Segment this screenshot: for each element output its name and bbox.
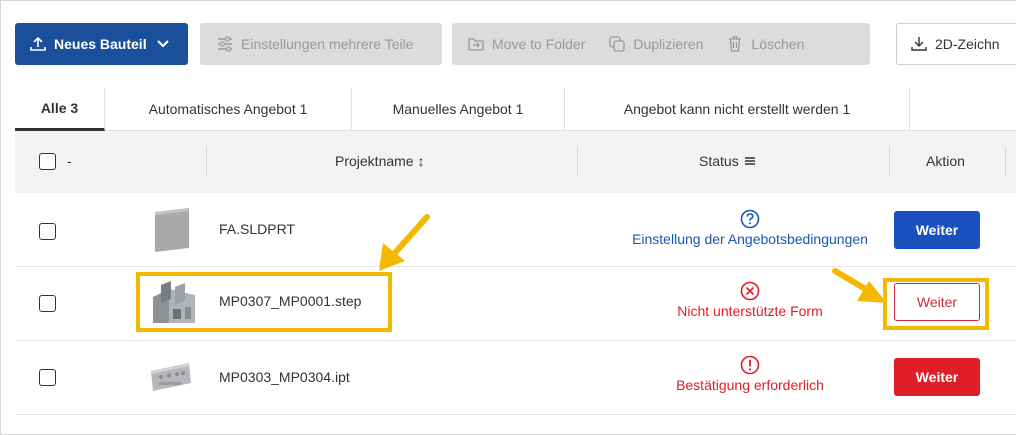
upload-icon bbox=[28, 34, 48, 54]
row-checkbox[interactable] bbox=[39, 369, 56, 386]
column-divider bbox=[1005, 147, 1006, 177]
drawing-2d-label: 2D-Zeichn bbox=[935, 36, 1000, 52]
continue-button[interactable]: Weiter bbox=[894, 358, 980, 396]
column-header-action: Aktion bbox=[926, 153, 965, 169]
table-header: - Projektname ↕ Status Aktion bbox=[15, 131, 1016, 193]
download-icon bbox=[909, 34, 929, 54]
project-name[interactable]: FA.SLDPRT bbox=[219, 221, 295, 237]
copy-icon bbox=[607, 34, 627, 54]
chevron-down-icon bbox=[153, 34, 173, 54]
tab-manual-quote[interactable]: Manuelles Angebot 1 bbox=[352, 87, 565, 131]
status-text: Bestätigung erforderlich bbox=[676, 377, 824, 393]
highlight-box-project bbox=[136, 272, 392, 332]
new-part-label: Neues Bauteil bbox=[54, 36, 147, 52]
folder-move-icon bbox=[466, 34, 486, 54]
annotation-arrow-icon bbox=[832, 268, 887, 303]
tab-automatic-quote-label: Automatisches Angebot 1 bbox=[148, 101, 308, 117]
continue-label: Weiter bbox=[915, 369, 959, 385]
sliders-icon bbox=[215, 34, 235, 54]
status-text: Einstellung der Angebotsbedingungen bbox=[632, 231, 868, 247]
error-circle-icon bbox=[740, 281, 760, 301]
tab-automatic-quote[interactable]: Automatisches Angebot 1 bbox=[105, 87, 352, 131]
toolbar: Neues Bauteil Einstellungen mehrere Teil… bbox=[15, 23, 1016, 65]
select-all-label: - bbox=[67, 153, 72, 169]
annotation-arrow-icon bbox=[379, 214, 430, 271]
column-divider bbox=[206, 147, 207, 177]
multi-settings-label: Einstellungen mehrere Teile bbox=[241, 36, 414, 52]
continue-button[interactable]: Weiter bbox=[894, 211, 980, 249]
highlight-box-action bbox=[883, 278, 989, 330]
column-header-status[interactable]: Status bbox=[699, 153, 756, 169]
table-row: FA.SLDPRT Einstellung der Angebotsbeding… bbox=[15, 193, 1016, 267]
part-thumbnail-icon bbox=[151, 363, 191, 391]
column-header-status-label: Status bbox=[699, 153, 739, 169]
status-text: Nicht unterstützte Form bbox=[677, 303, 823, 319]
filter-tabs: Alle 3 Automatisches Angebot 1 Manuelles… bbox=[15, 87, 1016, 131]
duplicate-label: Duplizieren bbox=[633, 36, 704, 52]
column-divider bbox=[577, 147, 578, 177]
move-to-folder-label: Move to Folder bbox=[492, 36, 586, 52]
tab-manual-quote-label: Manuelles Angebot 1 bbox=[392, 101, 524, 117]
move-to-folder-button[interactable]: Move to Folder bbox=[466, 34, 585, 54]
select-all-checkbox[interactable] bbox=[39, 153, 56, 170]
app-frame: Neues Bauteil Einstellungen mehrere Teil… bbox=[0, 0, 1016, 435]
question-circle-icon bbox=[740, 209, 760, 229]
new-part-button[interactable]: Neues Bauteil bbox=[15, 23, 188, 65]
row-checkbox[interactable] bbox=[39, 295, 56, 312]
project-name[interactable]: MP0303_MP0304.ipt bbox=[219, 369, 350, 385]
bulk-actions-group: Move to Folder Duplizieren Löschen bbox=[452, 23, 870, 65]
tab-all[interactable]: Alle 3 bbox=[15, 87, 105, 131]
status-cell: Bestätigung erforderlich bbox=[600, 355, 900, 393]
exclamation-circle-icon bbox=[740, 355, 760, 375]
status-cell: Einstellung der Angebotsbedingungen bbox=[600, 209, 900, 247]
part-thumbnail-icon bbox=[155, 208, 189, 252]
trash-icon bbox=[725, 34, 745, 54]
row-checkbox[interactable] bbox=[39, 223, 56, 240]
multi-settings-button[interactable]: Einstellungen mehrere Teile bbox=[200, 23, 442, 65]
tab-quote-not-possible[interactable]: Angebot kann nicht erstellt werden 1 bbox=[565, 87, 910, 131]
continue-label: Weiter bbox=[915, 222, 959, 238]
column-header-project[interactable]: Projektname ↕ bbox=[335, 153, 424, 169]
tab-all-label: Alle 3 bbox=[40, 99, 79, 116]
duplicate-button[interactable]: Duplizieren bbox=[607, 34, 703, 54]
delete-button[interactable]: Löschen bbox=[725, 34, 804, 54]
delete-label: Löschen bbox=[751, 36, 805, 52]
tab-quote-not-possible-label: Angebot kann nicht erstellt werden 1 bbox=[623, 101, 851, 117]
column-divider bbox=[889, 147, 890, 177]
filter-lines-icon bbox=[744, 155, 756, 167]
drawing-2d-button[interactable]: 2D-Zeichn bbox=[896, 23, 1016, 65]
table-row: MP0303_MP0304.ipt Bestätigung erforderli… bbox=[15, 341, 1016, 415]
